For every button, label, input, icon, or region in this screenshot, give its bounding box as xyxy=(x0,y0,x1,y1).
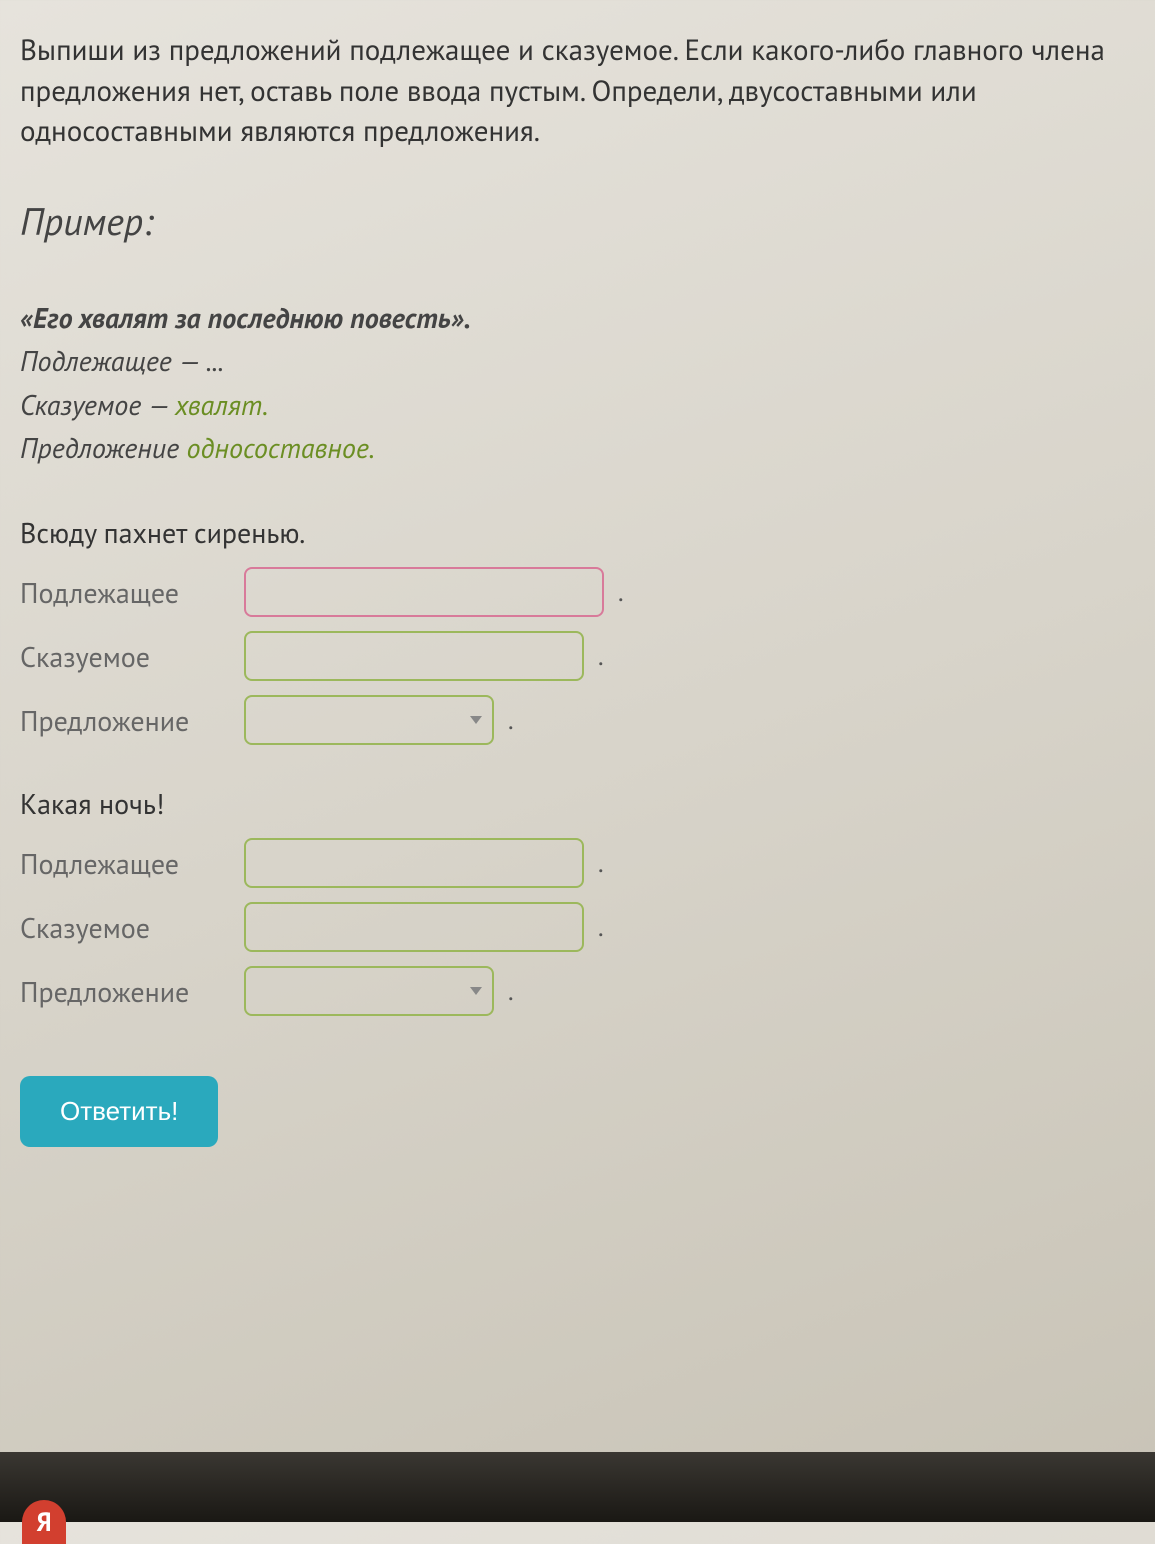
example-subject-value: ... xyxy=(206,342,224,379)
example-subject-line: Подлежащее — ... xyxy=(20,339,1125,382)
type-label: Предложение xyxy=(20,702,230,739)
subject-input[interactable] xyxy=(244,838,584,888)
type-select[interactable] xyxy=(244,695,494,745)
question-2-sentence: Какая ночь! xyxy=(20,785,1125,822)
taskbar xyxy=(0,1452,1155,1522)
example-type-line: Предложение односоставное. xyxy=(20,426,1125,469)
period: . xyxy=(508,704,514,737)
example-predicate-line: Сказуемое — хвалят. xyxy=(20,383,1125,426)
subject-label: Подлежащее xyxy=(20,845,230,882)
question-1: Всюду пахнет сиренью. Подлежащее . Сказу… xyxy=(20,514,1125,745)
submit-button[interactable]: Ответить! xyxy=(20,1076,218,1147)
subject-input[interactable] xyxy=(244,567,604,617)
period: . xyxy=(598,911,604,944)
predicate-label: Сказуемое xyxy=(20,638,230,675)
example-heading: Пример: xyxy=(20,197,1125,246)
example-subject-label: Подлежащее — xyxy=(20,342,206,379)
predicate-label: Сказуемое xyxy=(20,909,230,946)
example-type-value: односоставное. xyxy=(187,429,375,466)
question-1-sentence: Всюду пахнет сиренью. xyxy=(20,514,1125,551)
period: . xyxy=(598,847,604,880)
question-2: Какая ночь! Подлежащее . Сказуемое . Пре… xyxy=(20,785,1125,1016)
example-quote: «Его хвалят за последнюю повесть». xyxy=(20,296,1125,339)
period: . xyxy=(508,975,514,1008)
type-label: Предложение xyxy=(20,973,230,1010)
period: . xyxy=(618,576,624,609)
period: . xyxy=(598,640,604,673)
predicate-input[interactable] xyxy=(244,631,584,681)
example-predicate-value: хвалят. xyxy=(175,386,268,423)
task-instructions: Выпиши из предложений подлежащее и сказу… xyxy=(20,30,1125,152)
yandex-badge-icon[interactable]: Я xyxy=(22,1500,66,1544)
example-block: «Его хвалят за последнюю повесть». Подле… xyxy=(20,296,1125,470)
type-select[interactable] xyxy=(244,966,494,1016)
example-type-label: Предложение xyxy=(20,429,187,466)
example-predicate-label: Сказуемое — xyxy=(20,386,175,423)
predicate-input[interactable] xyxy=(244,902,584,952)
subject-label: Подлежащее xyxy=(20,574,230,611)
